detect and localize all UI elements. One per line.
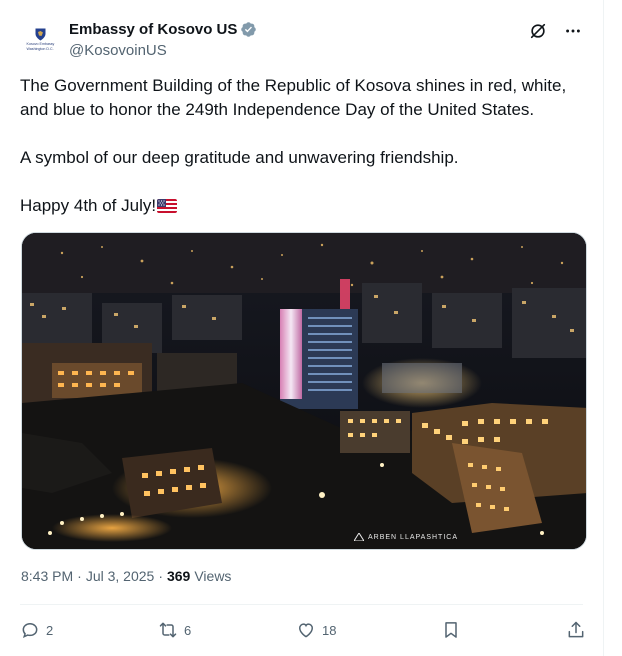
tweet-date[interactable]: Jul 3, 2025 xyxy=(86,568,155,584)
more-options-button[interactable] xyxy=(563,21,583,41)
heart-icon xyxy=(298,623,314,638)
kosovo-crest-icon xyxy=(35,28,45,41)
repost-icon xyxy=(159,622,177,638)
tweet-paragraph-last: Happy 4th of July! xyxy=(20,194,590,218)
meta-separator: · xyxy=(77,568,82,584)
watermark-text: ARBEN LLAPASHTICA xyxy=(367,533,458,541)
repost-button[interactable]: 6 xyxy=(158,620,191,640)
watermark-logo-icon xyxy=(353,533,364,541)
author-name-row: Embassy of Kosovo US xyxy=(69,21,257,38)
grok-button[interactable] xyxy=(528,21,548,41)
us-flag-emoji-icon xyxy=(157,199,178,213)
tweet-paragraph: The Government Building of the Republic … xyxy=(20,76,567,119)
meta-separator: · xyxy=(158,568,163,584)
author-handle[interactable]: @KosovoinUS xyxy=(69,42,167,59)
grok-icon xyxy=(530,23,546,39)
tweet-media-photo[interactable]: ARBEN LLAPASHTICA xyxy=(21,232,587,550)
share-icon xyxy=(568,621,584,638)
avatar-line-1: Kosovo Embassy xyxy=(26,41,54,46)
bookmark-icon xyxy=(445,622,457,638)
tweet-actions: 2 6 18 xyxy=(20,613,586,647)
like-count: 18 xyxy=(322,622,337,638)
reply-count: 2 xyxy=(46,622,54,638)
divider xyxy=(20,604,583,605)
tweet-card: Kosovo Embassy Washington D.C. Embassy o… xyxy=(0,0,604,656)
tweet-time[interactable]: 8:43 PM xyxy=(21,568,73,584)
author-display-name[interactable]: Embassy of Kosovo US xyxy=(69,21,237,38)
tweet-paragraph-text: Happy 4th of July! xyxy=(20,196,157,215)
like-button[interactable]: 18 xyxy=(296,620,336,640)
avatar-line-2: Washington D.C. xyxy=(26,46,54,51)
tweet-text: The Government Building of the Republic … xyxy=(20,74,590,218)
more-horizontal-icon xyxy=(566,29,580,33)
reply-icon xyxy=(22,622,38,639)
repost-count: 6 xyxy=(184,622,192,638)
verified-badge-icon[interactable] xyxy=(240,21,257,38)
share-button[interactable] xyxy=(566,620,586,640)
bookmark-button[interactable] xyxy=(441,620,461,640)
tweet-meta: 8:43 PM · Jul 3, 2025 · 369 Views xyxy=(21,568,231,584)
photo-watermark: ARBEN LLAPASHTICA xyxy=(353,533,458,541)
top-actions xyxy=(528,21,583,41)
night-city-photo xyxy=(22,233,586,549)
views-label: Views xyxy=(194,568,232,584)
avatar[interactable]: Kosovo Embassy Washington D.C. xyxy=(20,22,60,62)
tweet-paragraph: A symbol of our deep gratitude and unwav… xyxy=(20,148,459,167)
reply-button[interactable]: 2 xyxy=(20,620,53,640)
views-count: 369 xyxy=(166,568,191,584)
